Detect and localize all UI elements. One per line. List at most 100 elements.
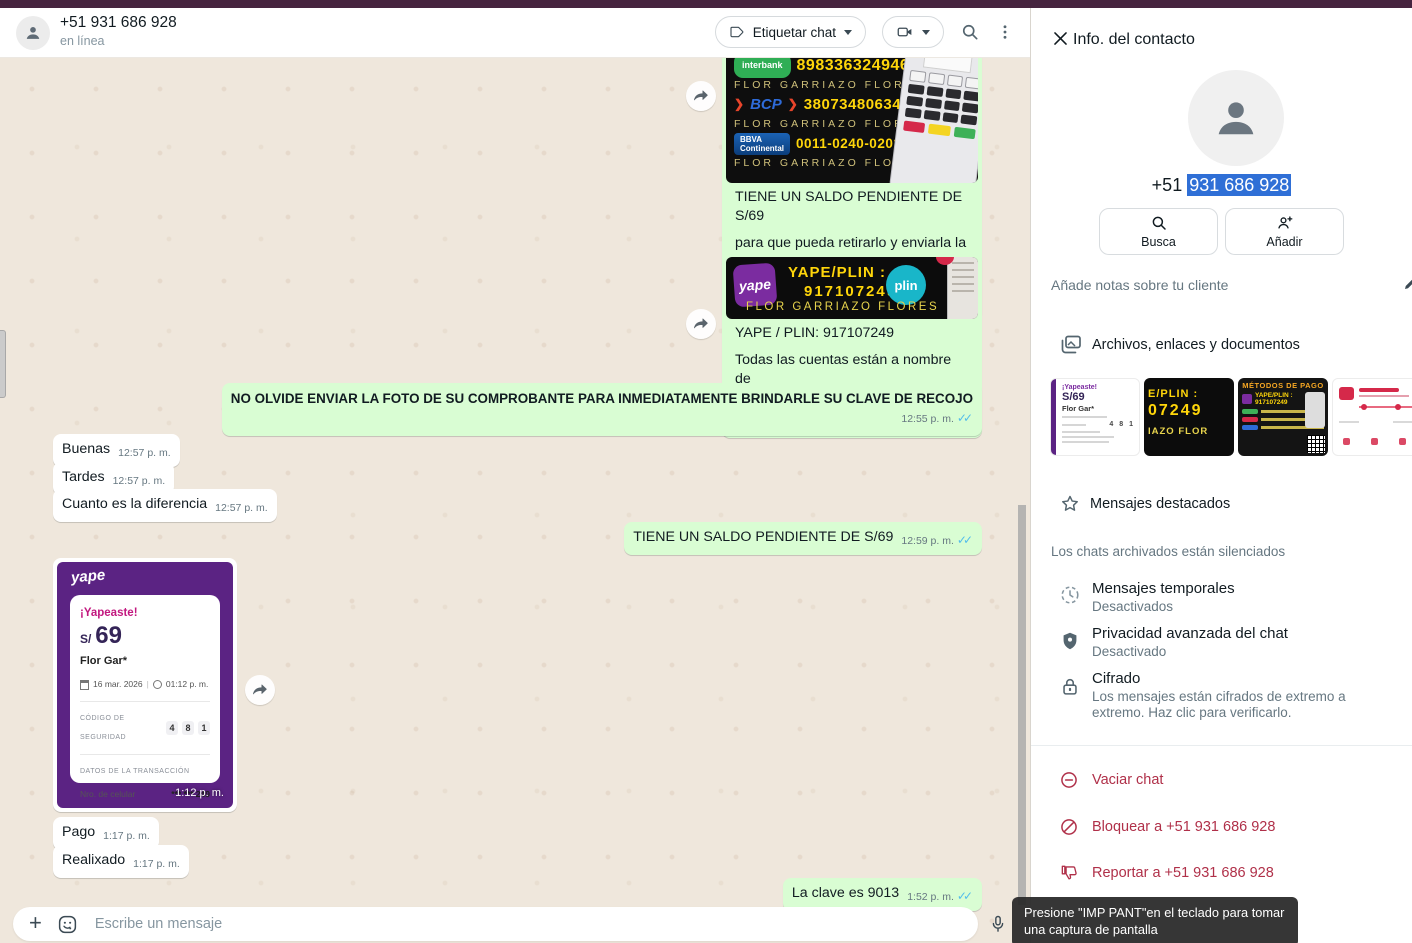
encryption-title[interactable]: Cifrado [1092, 670, 1140, 687]
clock-icon [153, 680, 162, 689]
chat-contact-status: en línea [60, 34, 104, 48]
media-thumb-tracking[interactable] [1332, 378, 1412, 456]
security-code-digits: 481 [166, 721, 210, 735]
report-contact-button[interactable]: Reportar a +51 931 686 928 [1059, 863, 1274, 883]
message-bubble-receipt-image[interactable]: yape ¡Yapeaste! S/ 69 Flor Gar* 16 mar. … [53, 558, 237, 812]
thumb-text: ¡Yapeaste! [1062, 384, 1135, 391]
message-input[interactable] [93, 915, 962, 933]
emoji-sticker-icon[interactable] [57, 914, 78, 935]
chevron-down-icon [844, 30, 852, 35]
close-icon[interactable] [1051, 29, 1070, 48]
thumb-text: MÉTODOS DE PAGO [1242, 381, 1324, 390]
contact-notes-field[interactable]: Añade notas sobre tu cliente [1051, 277, 1228, 293]
block-icon [1059, 817, 1079, 837]
forward-message-button[interactable] [686, 81, 716, 111]
media-thumb-plin[interactable]: E/PLIN : 07249 IAZO FLOR [1144, 378, 1234, 456]
block-contact-label: Bloquear a +51 931 686 928 [1092, 819, 1275, 835]
chat-scrollbar[interactable] [1018, 505, 1026, 905]
media-thumb-receipt[interactable]: ¡Yapeaste! S/69 Flor Gar* 4 8 1 [1050, 378, 1140, 456]
temporary-messages-title[interactable]: Mensajes temporales [1092, 580, 1235, 597]
pencil-icon[interactable] [1402, 274, 1412, 292]
message-bubble[interactable]: NO OLVIDE ENVIAR LA FOTO DE SU COMPROBAN… [222, 383, 982, 436]
security-code-label: CÓDIGO DE SEGURIDAD [80, 709, 166, 747]
message-time: 1:17 p. m. [133, 855, 180, 874]
message-text: NO OLVIDE ENVIAR LA FOTO DE SU COMPROBAN… [231, 389, 973, 408]
media-thumbnails: ¡Yapeaste! S/69 Flor Gar* 4 8 1 E/PLIN :… [1050, 378, 1412, 456]
forward-message-button[interactable] [686, 309, 716, 339]
media-section-row[interactable]: Archivos, enlaces y documentos [1059, 333, 1396, 357]
read-ticks-icon: ✓✓ [957, 889, 973, 903]
composer-bar: + [0, 905, 1030, 943]
report-contact-label: Reportar a +51 931 686 928 [1092, 865, 1274, 881]
bcp-chevron: ❯ [734, 95, 744, 114]
chat-header-actions: Etiquetar chat [715, 16, 1014, 48]
temporary-messages-status: Desactivados [1092, 599, 1173, 615]
thumbs-down-icon [1059, 863, 1079, 883]
yape-mini-logo [1242, 394, 1252, 404]
contact-phone[interactable]: +51 931 686 928 [1031, 175, 1412, 196]
star-icon [1059, 493, 1081, 515]
read-ticks-icon: ✓✓ [957, 411, 973, 425]
flower-photo-sliver [947, 257, 978, 319]
clear-chat-button[interactable]: Vaciar chat [1059, 770, 1163, 790]
message-time: 12:55 p. m.✓✓ [901, 409, 973, 429]
message-time: 12:57 p. m. [215, 499, 268, 518]
bcp-chevron: ❯ [788, 95, 798, 114]
forward-arrow-icon [692, 87, 710, 105]
search-in-chat-button[interactable]: Busca [1099, 208, 1218, 255]
thumb-text: IAZO FLOR [1148, 426, 1234, 437]
thumb-text: Flor Gar* [1062, 404, 1135, 413]
pos-terminal-graphic [889, 57, 978, 183]
person-icon [23, 23, 43, 43]
contact-avatar[interactable] [16, 16, 50, 50]
chevron-down-icon [922, 30, 930, 35]
person-add-icon [1275, 214, 1295, 232]
chat-messages-area[interactable]: interbank8983363249460 FLOR GARRIAZO FLO… [0, 57, 1030, 943]
transaction-data-label: DATOS DE LA TRANSACCIÓN [80, 762, 210, 781]
menu-kebab-icon[interactable] [996, 23, 1014, 41]
yape-image-title: YAPE/PLIN : [788, 263, 886, 282]
person-icon [1210, 92, 1262, 144]
yape-brand-logo: yape [70, 566, 106, 588]
yape-receipt-image[interactable]: yape ¡Yapeaste! S/ 69 Flor Gar* 16 mar. … [57, 562, 233, 808]
chat-column: +51 931 686 928 en línea Etiquetar chat [0, 8, 1030, 943]
phone-prefix: +51 [1152, 175, 1188, 195]
yape-plin-image[interactable]: yape YAPE/PLIN : 917107249 plin FLOR GAR… [726, 257, 978, 319]
forward-message-button[interactable] [245, 675, 275, 705]
advanced-privacy-status: Desactivado [1092, 644, 1166, 660]
panel-title: Info. del contacto [1073, 31, 1195, 49]
add-contact-button[interactable]: Añadir [1225, 208, 1344, 255]
message-bubble[interactable]: Realixado1:17 p. m. [53, 845, 189, 878]
phone-selected-text: 931 686 928 [1187, 174, 1291, 196]
microphone-icon[interactable] [988, 913, 1008, 935]
qr-code-mini [1307, 435, 1325, 453]
media-thumb-metodos[interactable]: MÉTODOS DE PAGO YAPE/PLIN :917107249 [1238, 378, 1328, 456]
minus-circle-icon [1059, 770, 1079, 790]
starred-messages-row[interactable]: Mensajes destacados [1059, 493, 1396, 515]
media-section-label: Archivos, enlaces y documentos [1092, 337, 1300, 353]
contact-avatar-large[interactable] [1188, 70, 1284, 166]
message-bubble[interactable]: TIENE UN SALDO PENDIENTE DE S/6912:59 p.… [624, 522, 982, 555]
read-ticks-icon: ✓✓ [957, 533, 973, 547]
receipt-card: ¡Yapeaste! S/ 69 Flor Gar* 16 mar. 2026|… [70, 595, 220, 783]
message-time: 1:17 p. m. [103, 827, 150, 846]
message-time: 1:52 p. m.✓✓ [907, 887, 973, 907]
video-call-button[interactable] [882, 16, 944, 48]
message-bubble[interactable]: Cuanto es la diferencia12:57 p. m. [53, 489, 277, 522]
bank-accounts-image[interactable]: interbank8983363249460 FLOR GARRIAZO FLO… [726, 57, 978, 183]
receipt-amount: S/ 69 [80, 626, 210, 649]
advanced-privacy-title[interactable]: Privacidad avanzada del chat [1092, 625, 1288, 642]
message-input-pill[interactable]: + [13, 907, 978, 941]
caption-line: YAPE / PLIN: 917107249 [735, 324, 969, 343]
attach-plus-icon[interactable]: + [29, 912, 42, 934]
disappearing-messages-icon [1059, 584, 1081, 606]
bcp-logo: BCP [750, 95, 782, 114]
block-contact-button[interactable]: Bloquear a +51 931 686 928 [1059, 817, 1275, 837]
label-chat-button[interactable]: Etiquetar chat [715, 16, 866, 48]
thumb-text: 917107249 [1255, 399, 1288, 406]
window-scrollbar[interactable] [0, 330, 6, 398]
search-icon[interactable] [960, 22, 980, 42]
message-text: La clave es 9013 [792, 885, 899, 901]
chat-contact-name[interactable]: +51 931 686 928 [60, 14, 177, 32]
thumb-text: 07249 [1148, 402, 1234, 420]
